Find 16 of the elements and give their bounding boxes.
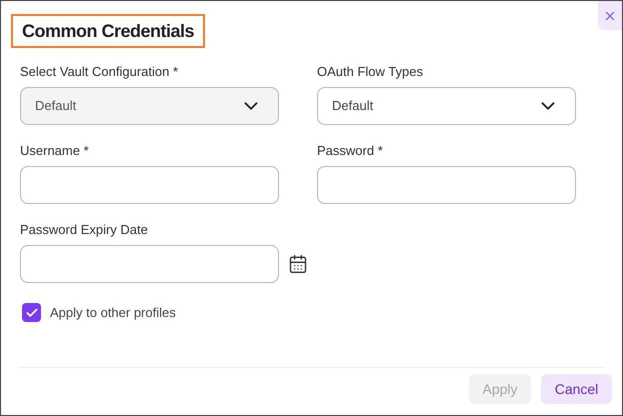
- dialog-title: Common Credentials: [11, 14, 206, 48]
- dropdown[interactable]: Default: [317, 87, 576, 125]
- cancel-button[interactable]: Cancel: [541, 374, 612, 404]
- field-label: Select Vault Configuration *: [20, 64, 180, 80]
- check-icon: [24, 306, 38, 320]
- field-label: Password *: [317, 143, 384, 159]
- field-label: Password Expiry Date: [20, 222, 149, 238]
- checkbox-label: Apply to other profiles: [50, 304, 176, 322]
- text-field[interactable]: [20, 245, 279, 283]
- calendar-icon[interactable]: [288, 254, 308, 274]
- field-label: Username *: [20, 143, 90, 159]
- close-button[interactable]: [598, 1, 622, 30]
- field-label: OAuth Flow Types: [317, 64, 424, 80]
- text-field[interactable]: [20, 166, 279, 204]
- text-field[interactable]: [317, 166, 576, 204]
- checkbox[interactable]: [22, 303, 41, 322]
